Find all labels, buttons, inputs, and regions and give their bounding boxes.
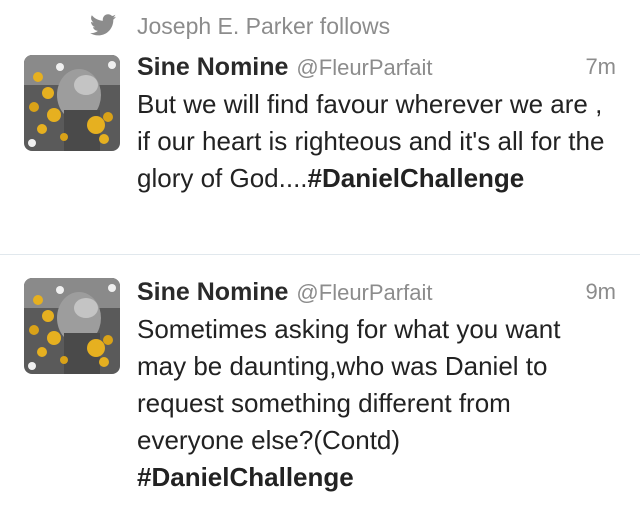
user-name[interactable]: Sine Nomine [137, 278, 288, 306]
tweet-text: Sometimes asking for what you want may b… [137, 311, 607, 496]
social-context-text: Joseph E. Parker follows [137, 13, 391, 39]
social-context: Joseph E. Parker follows [0, 0, 640, 44]
tweet-text: But we will find favour wherever we are … [137, 86, 607, 197]
tweet-time[interactable]: 7m [585, 52, 616, 82]
hashtag-link[interactable]: #DanielChallenge [137, 462, 354, 492]
avatar[interactable] [24, 55, 120, 151]
tweet[interactable]: Sine Nomine @FleurParfait 9m Sometimes as… [0, 255, 640, 511]
user-handle[interactable]: @FleurParfait [296, 55, 432, 80]
tweet-header: Sine Nomine @FleurParfait 9m [137, 277, 616, 307]
user-handle[interactable]: @FleurParfait [296, 280, 432, 305]
tweet-header: Sine Nomine @FleurParfait 7m [137, 52, 616, 82]
avatar[interactable] [24, 278, 120, 374]
hashtag-link[interactable]: #DanielChallenge [308, 163, 525, 193]
tweet-text-content: Sometimes asking for what you want may b… [137, 314, 561, 455]
tweet-time[interactable]: 9m [585, 277, 616, 307]
twitter-bird-icon [90, 14, 116, 36]
user-name[interactable]: Sine Nomine [137, 53, 288, 81]
tweet[interactable]: Sine Nomine @FleurParfait 7m But we will … [0, 44, 640, 254]
